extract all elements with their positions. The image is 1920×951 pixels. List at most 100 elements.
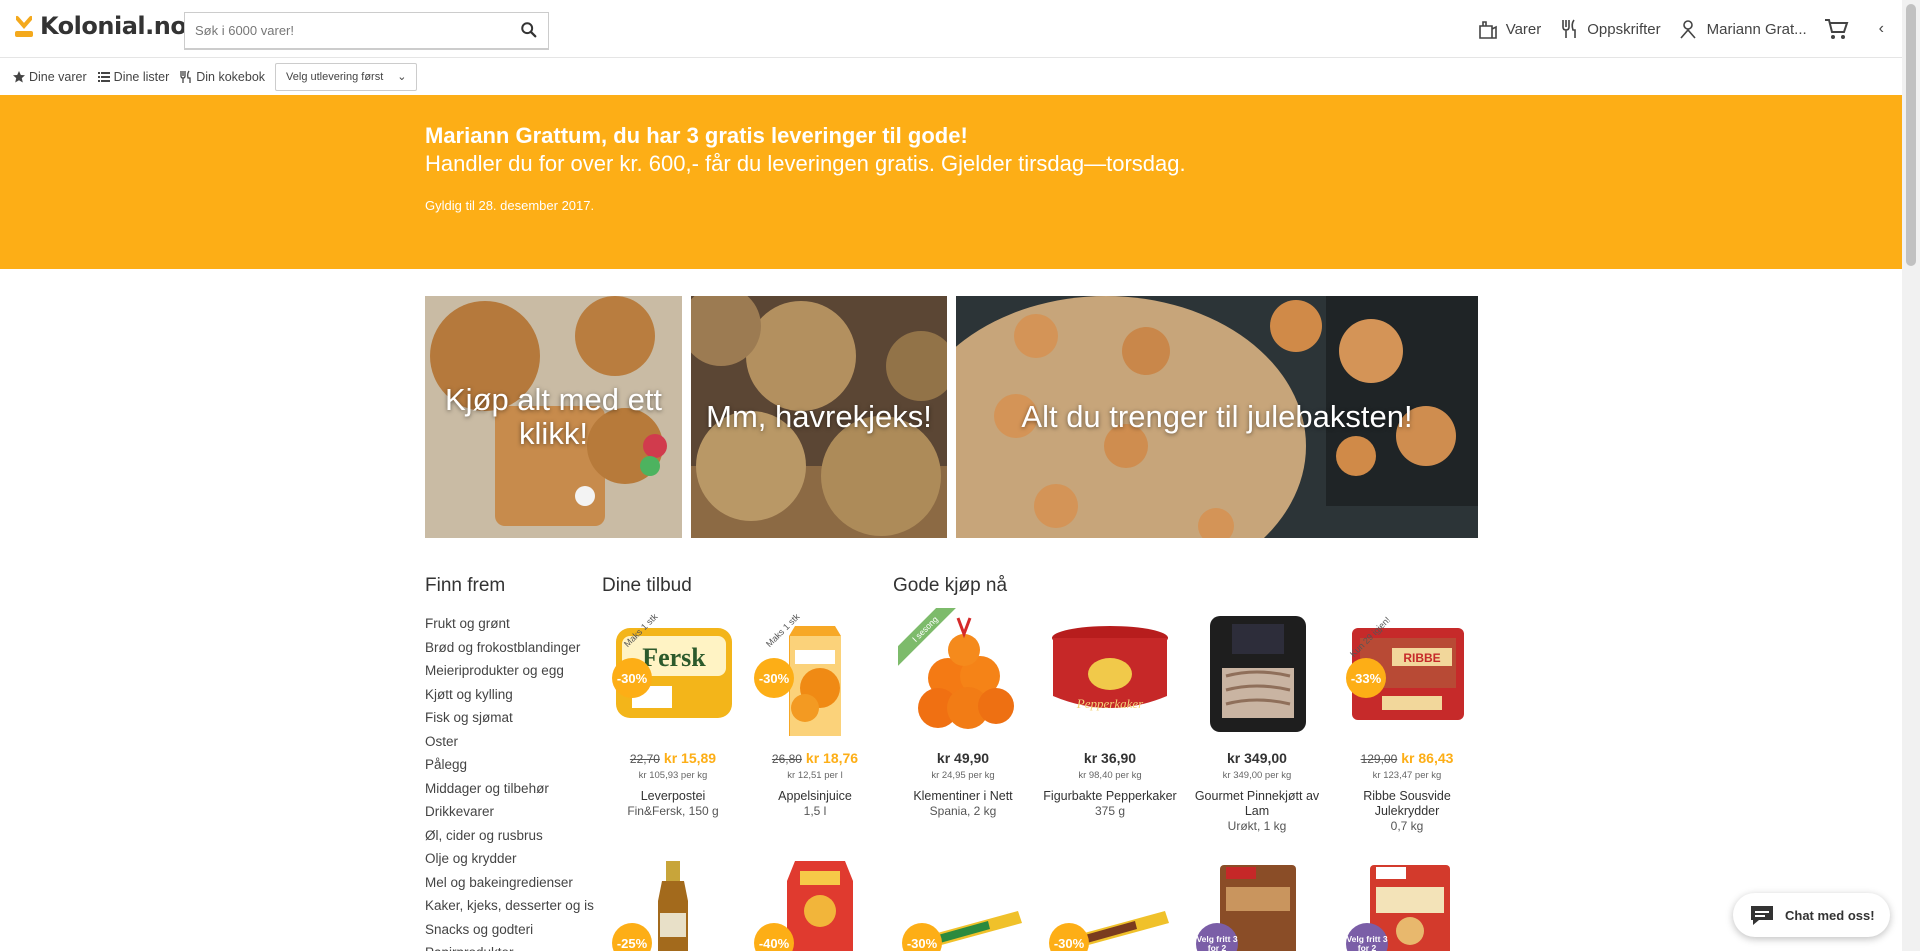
discount-badge: -30% [754, 658, 794, 698]
product-card[interactable]: Velg fritt 3 for 2 [1187, 861, 1327, 951]
cart-button[interactable] [1823, 16, 1849, 42]
category-link[interactable]: Olje og krydder [425, 847, 594, 871]
search-box [184, 12, 549, 50]
svg-text:RIBBE: RIBBE [1403, 651, 1440, 665]
product-desc: 375 g [1094, 804, 1126, 818]
product-image: Velg fritt 3 for 2 [1192, 861, 1322, 951]
product-desc: Urøkt, 1 kg [1227, 819, 1287, 833]
product-card-pinnekjott[interactable]: kr 349,00 kr 349,00 per kg Gourmet Pinne… [1187, 608, 1327, 833]
product-image: -40% [750, 861, 880, 951]
product-card[interactable]: -30% [1040, 861, 1180, 951]
delivery-select[interactable]: Velg utlevering først ⌄ [275, 62, 418, 91]
user-icon [1680, 20, 1696, 39]
dine-varer-link[interactable]: Dine varer [12, 70, 87, 84]
new-price: kr 15,89 [663, 750, 717, 766]
fork-knife-icon [180, 70, 191, 83]
product-price: kr 349,00 [1227, 750, 1287, 766]
category-link[interactable]: Fisk og sjømat [425, 706, 594, 730]
nav-oppskrifter-label: Oppskrifter [1587, 20, 1661, 38]
nav-user[interactable]: Mariann Grat... [1677, 17, 1807, 41]
nav-varer-label: Varer [1505, 20, 1542, 38]
season-ribbon-label: I sesong [898, 608, 958, 666]
discount-badge: -33% [1346, 658, 1386, 698]
product-card-klementiner[interactable]: I sesong kr 49,90 kr 24,95 per kg Klemen… [893, 608, 1033, 818]
delivery-select-label: Velg utlevering først [286, 70, 384, 83]
unit-price: kr 349,00 per kg [1222, 770, 1292, 781]
product-image: -30% [1045, 861, 1175, 951]
svg-text:Pepperkaker: Pepperkaker [1076, 696, 1144, 711]
hero-tile-label: Kjøp alt med ett klikk! [444, 381, 663, 451]
product-card-pepperkaker[interactable]: Pepperkaker kr 36,90 kr 98,40 per kg Fig… [1040, 608, 1180, 818]
unit-price: kr 12,51 per l [787, 770, 843, 781]
product-desc: Fin&Fersk, 150 g [627, 804, 719, 818]
main-nav: Varer Oppskrifter Mariann Grat... ‹ [1476, 0, 1884, 58]
category-link[interactable]: Pålegg [425, 753, 594, 777]
unit-price: kr 24,95 per kg [931, 770, 995, 781]
category-link[interactable]: Drikkevarer [425, 800, 594, 824]
product-image: Pepperkaker [1045, 608, 1175, 738]
product-card-appelsinjuice[interactable]: Maks 1 stk -30% 26,80 kr 18,76 kr 12,51 p… [745, 608, 885, 818]
hero-tile-havrekjeks[interactable]: Mm, havrekjeks! [691, 296, 947, 538]
category-link[interactable]: Frukt og grønt [425, 612, 594, 636]
old-price: 26,80 [771, 752, 802, 766]
product-name: Appelsinjuice [778, 789, 852, 803]
promo-banner: Mariann Grattum, du har 3 gratis leverin… [0, 95, 1902, 269]
chevron-down-icon: ⌄ [397, 71, 407, 83]
unit-price: kr 98,40 per kg [1078, 770, 1142, 781]
category-link[interactable]: Snacks og godteri [425, 918, 594, 942]
product-desc: 0,7 kg [1390, 819, 1424, 833]
scrollbar[interactable] [1902, 0, 1920, 951]
category-link[interactable]: Øl, cider og rusbrus [425, 824, 594, 848]
category-list: Frukt og grønt Brød og frokostblandinger… [425, 612, 594, 951]
product-image: Fersk Maks 1 stk -30% [608, 608, 738, 738]
dine-varer-label: Dine varer [29, 69, 87, 84]
logo[interactable]: Kolonial.no [14, 12, 187, 40]
category-link[interactable]: Meieriprodukter og egg [425, 659, 594, 683]
product-image: RIBBE Kun 29 igjen! -33% [1342, 608, 1472, 738]
chat-button[interactable]: Chat med oss! [1733, 893, 1890, 937]
nav-user-label: Mariann Grat... [1706, 20, 1807, 38]
product-price: 26,80 kr 18,76 [745, 750, 885, 766]
banner-headline: Mariann Grattum, du har 3 gratis leverin… [425, 123, 968, 148]
search-icon[interactable] [520, 21, 538, 39]
category-link[interactable]: Middager og tilbehør [425, 777, 594, 801]
hero-tile-one-click[interactable]: Kjøp alt med ett klikk! [425, 296, 682, 538]
category-link[interactable]: Papirprodukter [425, 941, 594, 951]
category-link[interactable]: Oster [425, 730, 594, 754]
chat-label: Chat med oss! [1785, 907, 1875, 923]
new-price: kr 18,76 [805, 750, 859, 766]
product-image: Maks 1 stk -30% [750, 608, 880, 738]
category-link[interactable]: Kaker, kjeks, desserter og is [425, 894, 594, 918]
list-icon [97, 71, 110, 82]
category-link[interactable]: Mel og bakeingredienser [425, 871, 594, 895]
din-kokebok-link[interactable]: Din kokebok [179, 70, 265, 84]
banner-subline: Handler du for over kr. 600,- får du lev… [425, 151, 1186, 176]
discount-badge: -30% [612, 658, 652, 698]
hero-tile-julebaksten[interactable]: Alt du trenger til julebaksten! [956, 296, 1478, 538]
product-name: Figurbakte Pepperkaker [1043, 789, 1177, 803]
product-card[interactable]: -30% [893, 861, 1033, 951]
dine-lister-link[interactable]: Dine lister [97, 70, 169, 84]
product-card-leverpostei[interactable]: Fersk Maks 1 stk -30% 22,70 kr 15,89 kr 1… [603, 608, 743, 818]
chevron-left-icon[interactable]: ‹ [1879, 20, 1884, 38]
logo-text: Kolonial.no [40, 12, 187, 40]
product-card[interactable]: Velg fritt 3 for 2 [1337, 861, 1477, 951]
product-name: Ribbe Sousvide Julekrydder [1363, 789, 1451, 818]
product-name: Klementiner i Nett [913, 789, 1013, 803]
top-bar: Kolonial.no Varer Oppskrifter Mariann Gr… [0, 0, 1902, 58]
product-card[interactable]: -25% [603, 861, 743, 951]
product-desc: 1,5 l [803, 804, 827, 818]
cart-icon [1824, 19, 1849, 39]
scrollbar-thumb[interactable] [1906, 4, 1916, 266]
category-link[interactable]: Kjøtt og kylling [425, 683, 594, 707]
unit-price: kr 123,47 per kg [1372, 770, 1442, 781]
category-link[interactable]: Brød og frokostblandinger [425, 636, 594, 660]
nav-oppskrifter[interactable]: Oppskrifter [1557, 17, 1661, 41]
hero-tile-label: Mm, havrekjeks! [706, 398, 932, 434]
product-image [1192, 608, 1322, 738]
gode-kjop-title: Gode kjøp nå [893, 575, 1008, 596]
search-input[interactable] [185, 13, 505, 47]
product-card[interactable]: -40% [745, 861, 885, 951]
product-card-ribbe[interactable]: RIBBE Kun 29 igjen! -33% 129,00 kr 86,43 … [1337, 608, 1477, 833]
nav-varer[interactable]: Varer [1476, 17, 1542, 41]
